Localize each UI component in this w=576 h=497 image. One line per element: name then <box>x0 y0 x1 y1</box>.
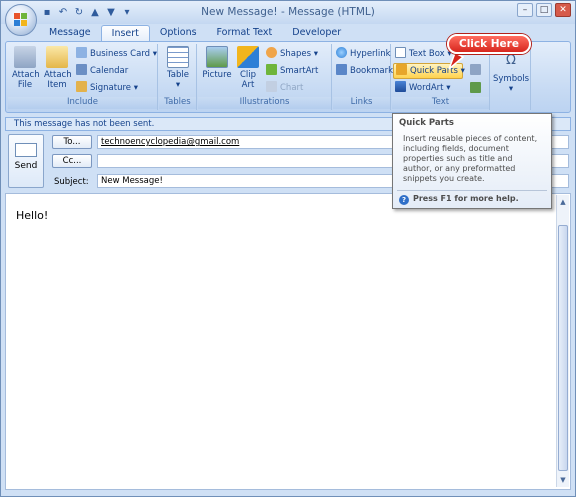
dropdown-arrow-icon: ▾ <box>175 80 181 90</box>
picture-button[interactable]: Picture <box>200 46 234 80</box>
attach-item-button[interactable]: Attach Item <box>42 46 72 90</box>
wordart-icon <box>395 81 406 92</box>
calendar-icon <box>76 64 87 75</box>
bookmark-icon <box>336 64 347 75</box>
office-logo-icon <box>14 13 28 27</box>
text-box-icon <box>395 47 406 58</box>
vertical-scrollbar[interactable]: ▲ ▼ <box>556 195 569 487</box>
tab-options[interactable]: Options <box>150 25 207 41</box>
group-label-text: Text <box>392 97 489 109</box>
tab-developer[interactable]: Developer <box>282 25 351 41</box>
clip-art-icon <box>237 46 259 68</box>
scroll-up-icon[interactable]: ▲ <box>558 197 568 207</box>
window-title: New Message! - Message (HTML) <box>201 6 375 18</box>
signature-line-icon <box>470 64 481 75</box>
calendar-button[interactable]: Calendar <box>76 64 128 78</box>
clip-art-button[interactable]: Clip Art <box>236 46 260 90</box>
group-links: Hyperlink Bookmark Links <box>333 44 393 110</box>
group-label-tables: Tables <box>159 97 196 109</box>
body-text: Hello! <box>16 209 49 222</box>
send-envelope-icon <box>15 143 37 157</box>
office-button[interactable] <box>5 4 37 36</box>
bookmark-button[interactable]: Bookmark <box>336 64 393 78</box>
picture-icon <box>206 46 228 68</box>
close-button[interactable]: ✕ <box>555 3 571 17</box>
tooltip-divider <box>397 190 547 191</box>
tooltip-body: Insert reusable pieces of content, inclu… <box>403 134 538 183</box>
callout-arrow-icon <box>448 51 465 70</box>
group-label-illustrations: Illustrations <box>198 97 331 109</box>
group-label-include: Include <box>8 97 157 109</box>
shapes-icon <box>266 47 277 58</box>
business-card-icon <box>76 47 87 58</box>
tooltip-title: Quick Parts <box>399 118 454 128</box>
text-box-button[interactable]: Text Box ▾ <box>395 47 452 61</box>
hyperlink-button[interactable]: Hyperlink <box>336 47 391 61</box>
wordart-button[interactable]: WordArt ▾ <box>395 81 450 95</box>
title-bar: ▪ ↶ ↻ ▲ ▼ ▾ New Message! - Message (HTML… <box>1 1 575 24</box>
signature-line-button[interactable] <box>470 64 484 78</box>
message-body[interactable]: Hello! ▲ ▼ <box>5 193 571 490</box>
outlook-message-window: ▪ ↶ ↻ ▲ ▼ ▾ New Message! - Message (HTML… <box>0 0 576 497</box>
send-button[interactable]: Send <box>8 134 44 188</box>
cc-button[interactable]: Cc... <box>52 154 92 168</box>
tab-format-text[interactable]: Format Text <box>207 25 283 41</box>
group-label-links: Links <box>333 97 390 109</box>
click-here-callout: Click Here <box>447 34 531 54</box>
tooltip-help: ? Press F1 for more help. <box>399 194 519 205</box>
attach-file-button[interactable]: Attach File <box>10 46 40 90</box>
globe-icon <box>336 47 347 58</box>
group-tables: Table ▾ Tables <box>159 44 197 110</box>
signature-button[interactable]: Signature ▾ <box>76 81 138 95</box>
smartart-button[interactable]: SmartArt <box>266 64 318 78</box>
group-illustrations: Picture Clip Art Shapes ▾ SmartArt Chart… <box>198 44 332 110</box>
tab-insert[interactable]: Insert <box>100 25 150 41</box>
dropdown-arrow-icon: ▾ <box>508 84 514 94</box>
chart-button: Chart <box>266 81 303 95</box>
chart-icon <box>266 81 277 92</box>
shapes-button[interactable]: Shapes ▾ <box>266 47 318 61</box>
quick-parts-tooltip: Quick Parts Insert reusable pieces of co… <box>392 113 552 209</box>
quick-parts-icon <box>396 64 407 75</box>
date-time-button[interactable] <box>470 82 484 96</box>
scroll-thumb[interactable] <box>558 225 568 471</box>
scroll-down-icon[interactable]: ▼ <box>558 475 568 485</box>
to-button[interactable]: To... <box>52 135 92 149</box>
envelope-icon <box>46 46 68 68</box>
signature-icon <box>76 81 87 92</box>
symbols-button[interactable]: Ω Symbols ▾ <box>493 50 529 94</box>
minimize-button[interactable]: – <box>517 3 533 17</box>
maximize-button[interactable]: □ <box>536 3 552 17</box>
ribbon-tabs: Message Insert Options Format Text Devel… <box>39 25 351 41</box>
smartart-icon <box>266 64 277 75</box>
tab-message[interactable]: Message <box>39 25 101 41</box>
group-include: Attach File Attach Item Business Card ▾ … <box>8 44 158 110</box>
date-time-icon <box>470 82 481 93</box>
help-icon: ? <box>399 195 409 205</box>
table-icon <box>167 46 189 68</box>
table-button[interactable]: Table ▾ <box>163 46 193 90</box>
window-controls: – □ ✕ <box>517 3 571 17</box>
paperclip-icon <box>14 46 36 68</box>
subject-label: Subject: <box>54 177 89 187</box>
business-card-button[interactable]: Business Card ▾ <box>76 47 157 61</box>
